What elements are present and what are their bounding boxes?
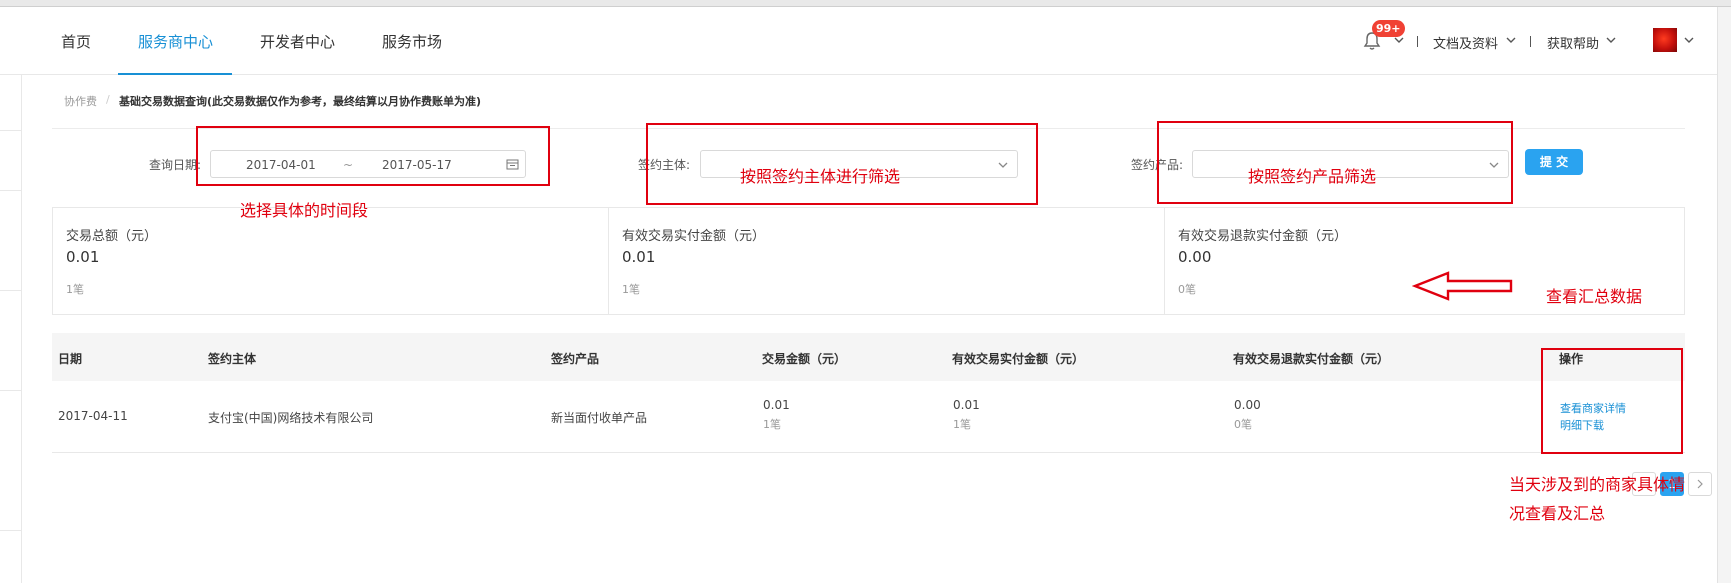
column-header-amount: 交易金额（元） [762,352,847,366]
summary-label: 有效交易实付金额（元） [622,229,766,244]
annotation-box-action [1541,348,1683,454]
summary-label: 交易总额（元） [66,229,158,244]
next-page-button[interactable] [1688,472,1712,496]
annotation-date: 选择具体的时间段 [240,201,369,220]
cell-refund-count: 0笔 [1234,418,1252,431]
annotation-action-line2: 况查看及汇总 [1509,504,1606,523]
window-top-edge [0,0,1731,7]
breadcrumb-separator: / [106,93,110,106]
annotation-action-line1: 当天涉及到的商家具体情 [1509,475,1686,494]
annotation-summary: 查看汇总数据 [1546,287,1643,306]
nav-item-developer-center[interactable]: 开发者中心 [260,31,335,52]
column-header-entity: 签约主体 [208,352,257,366]
date-label: 查询日期: [149,158,202,172]
breadcrumb-parent[interactable]: 协作费 [64,93,97,109]
summary-count: 1笔 [66,283,84,296]
column-header-product: 签约产品 [551,352,600,366]
cell-paid: 0.01 [953,398,980,412]
nav-item-provider-center[interactable]: 服务商中心 [138,31,213,52]
chevron-down-icon[interactable] [1393,36,1405,44]
cell-entity: 支付宝(中国)网络技术有限公司 [208,411,374,425]
cell-amount-count: 1笔 [763,418,781,431]
avatar[interactable] [1653,28,1677,52]
left-sidebar-rail [0,75,22,583]
summary-count: 1笔 [622,283,640,296]
annotation-product: 按照签约产品筛选 [1248,167,1377,186]
cell-product: 新当面付收单产品 [551,411,648,425]
summary-card: 交易总额（元） 0.01 1笔 [53,208,608,314]
column-header-refund: 有效交易退款实付金额（元） [1233,352,1390,366]
nav-divider [1530,36,1531,47]
submit-button[interactable]: 提 交 [1525,149,1583,175]
cell-paid-count: 1笔 [953,418,971,431]
page-title: 基础交易数据查询(此交易数据仅作为参考，最终结算以月协作费账单为准) [119,95,482,108]
summary-value: 0.01 [622,248,656,266]
column-header-date: 日期 [58,352,83,366]
column-header-paid: 有效交易实付金额（元） [952,352,1085,366]
summary-label: 有效交易退款实付金额（元） [1178,229,1348,244]
nav-item-home[interactable]: 首页 [61,31,91,52]
annotation-entity: 按照签约主体进行筛选 [740,167,901,186]
top-nav: 首页 服务商中心 开发者中心 服务市场 99+ 文档及资料 获取帮助 [0,8,1717,75]
scrollbar[interactable] [1717,7,1731,583]
summary-count: 0笔 [1178,283,1196,296]
summary-value: 0.00 [1178,248,1212,266]
cell-refund: 0.00 [1234,398,1261,412]
nav-docs[interactable]: 文档及资料 [1433,33,1498,52]
chevron-down-icon[interactable] [1683,36,1695,44]
nav-help[interactable]: 获取帮助 [1547,33,1599,52]
nav-item-service-market[interactable]: 服务市场 [382,31,442,52]
annotation-box-date [196,126,550,186]
summary-value: 0.01 [66,248,100,266]
chevron-right-icon [1697,479,1703,489]
divider [52,452,1685,453]
chevron-down-icon[interactable] [1505,36,1517,44]
cell-date: 2017-04-11 [58,409,128,423]
nav-active-indicator [118,73,232,75]
notification-badge: 99+ [1372,20,1405,37]
summary-card: 有效交易实付金额（元） 0.01 1笔 [609,208,1164,314]
cell-amount: 0.01 [763,398,790,412]
table-header [52,333,1685,381]
nav-divider [1417,36,1418,47]
chevron-down-icon[interactable] [1605,36,1617,44]
arrow-left-icon [1412,271,1513,301]
